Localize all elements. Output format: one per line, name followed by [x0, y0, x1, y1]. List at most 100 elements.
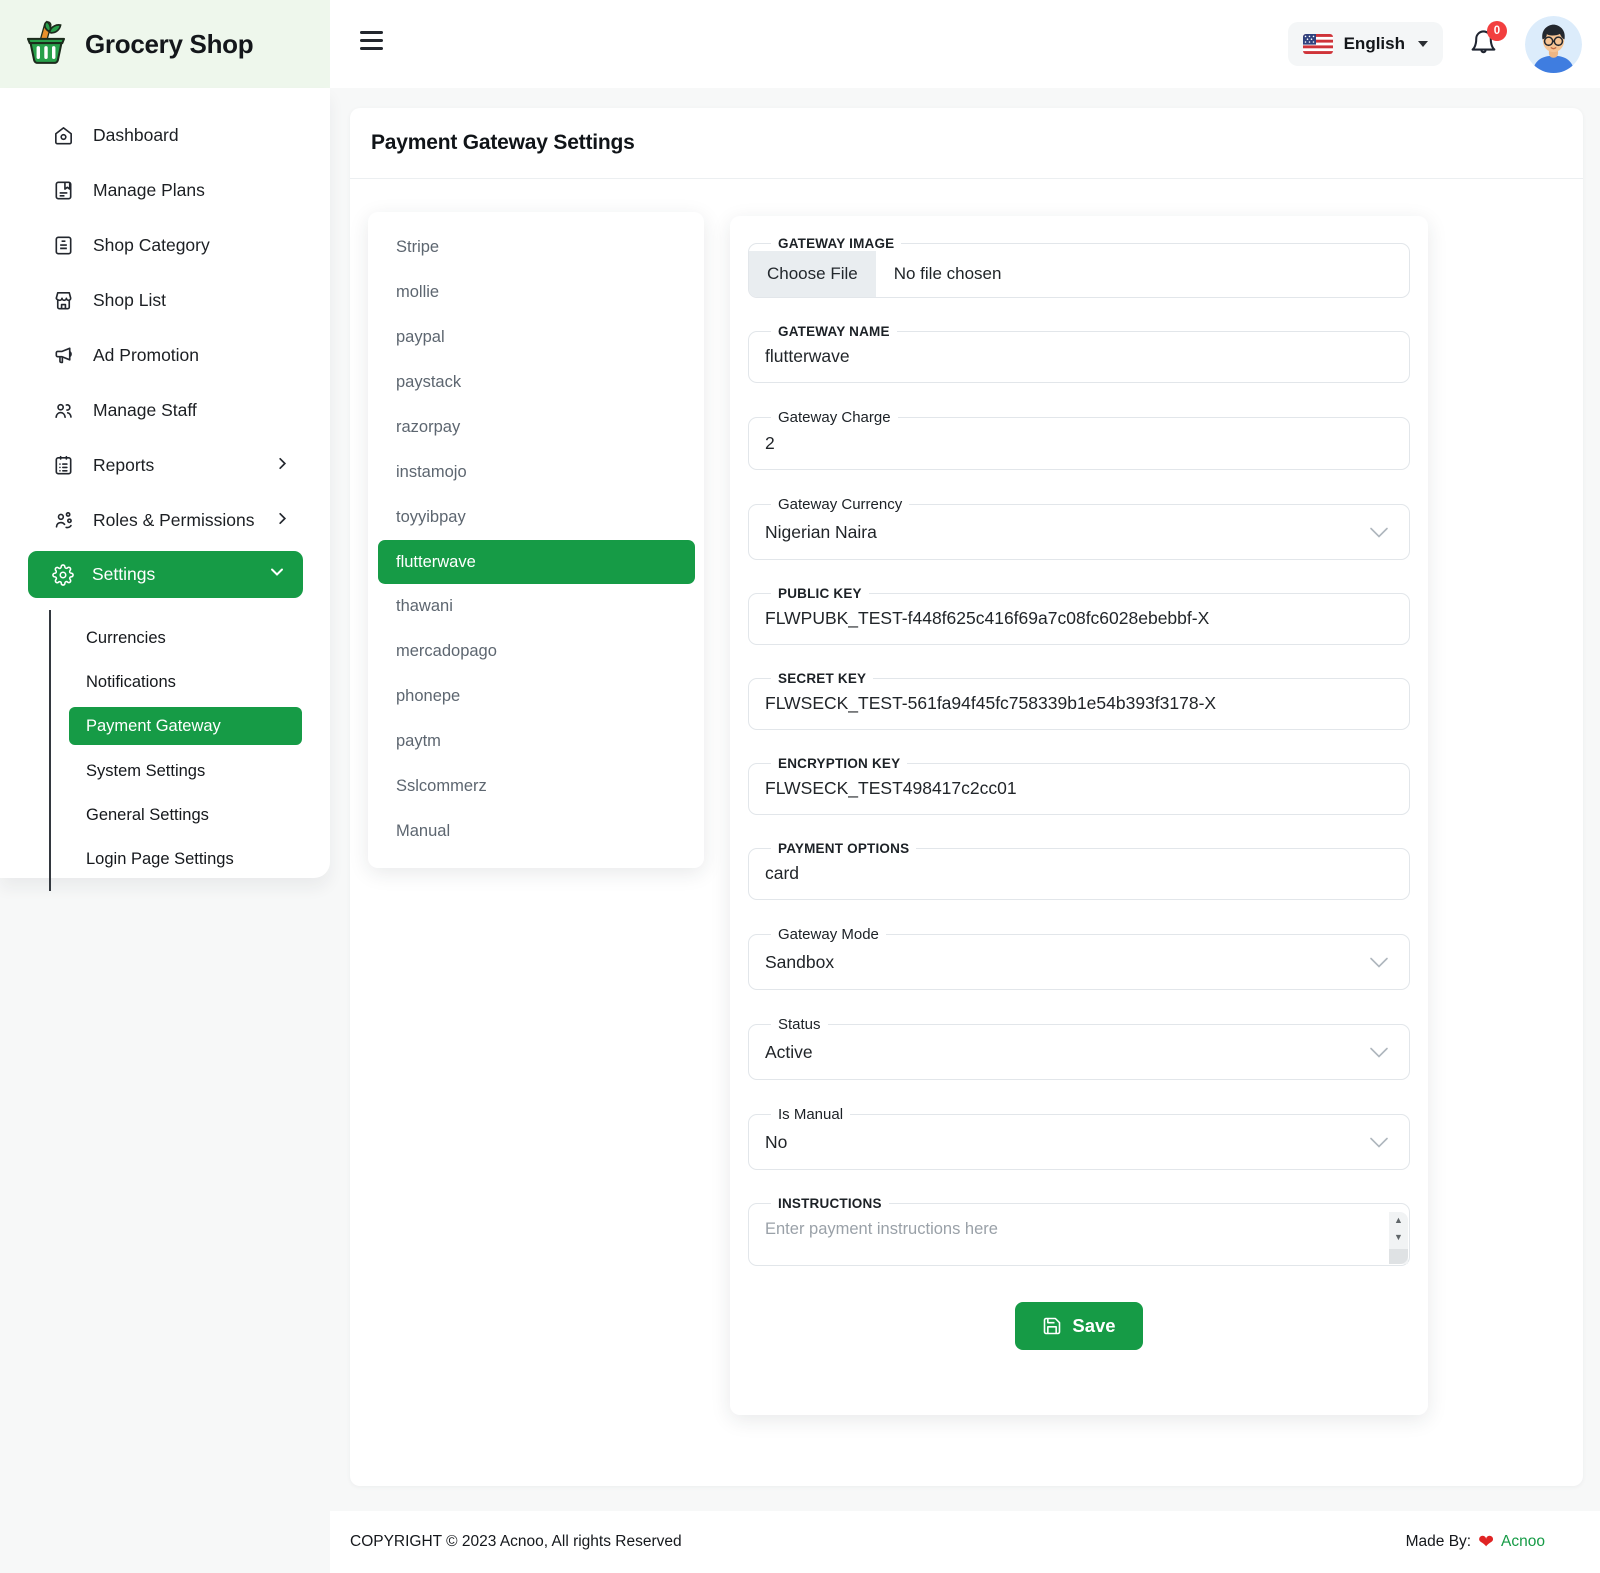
gateway-list: Stripe mollie paypal paystack razorpay i…: [368, 212, 704, 868]
app-root: Grocery Shop: [0, 0, 1600, 1573]
sidebar-item-dashboard[interactable]: Dashboard: [0, 108, 330, 163]
secret-key-input[interactable]: [765, 687, 1393, 718]
sidebar-item-reports[interactable]: Reports: [0, 438, 330, 493]
gateway-image-field: GATEWAY IMAGE Choose File No file chosen: [748, 236, 1410, 298]
gear-icon: [52, 564, 74, 586]
save-button[interactable]: Save: [1015, 1302, 1142, 1350]
submenu-item-general-settings[interactable]: General Settings: [51, 793, 330, 837]
sidebar-item-manage-staff[interactable]: Manage Staff: [0, 383, 330, 438]
gateway-image-file-input[interactable]: Choose File No file chosen: [749, 251, 1409, 297]
gateway-item-thawani[interactable]: thawani: [368, 584, 704, 629]
gateway-charge-field: Gateway Charge: [748, 409, 1410, 470]
gateway-item-flutterwave[interactable]: flutterwave: [378, 540, 695, 584]
gateway-item-toyyibpay[interactable]: toyyibpay: [368, 495, 704, 540]
copyright-text: COPYRIGHT © 2023 Acnoo, All rights Reser…: [350, 1533, 682, 1551]
gateway-item-paypal[interactable]: paypal: [368, 315, 704, 360]
choose-file-button[interactable]: Choose File: [749, 251, 876, 297]
sidebar-item-manage-plans[interactable]: Manage Plans: [0, 163, 330, 218]
heart-icon: ❤: [1478, 1533, 1494, 1552]
gateway-item-instamojo[interactable]: instamojo: [368, 450, 704, 495]
gateway-charge-label: Gateway Charge: [771, 409, 898, 426]
gateway-charge-input[interactable]: [765, 427, 1393, 458]
gateway-item-mollie[interactable]: mollie: [368, 270, 704, 315]
gateway-item-mercadopago[interactable]: mercadopago: [368, 629, 704, 674]
chevron-down-icon: [1367, 1130, 1391, 1154]
gateway-item-manual[interactable]: Manual: [368, 809, 704, 854]
encryption-key-field: ENCRYPTION KEY: [748, 756, 1410, 815]
gateway-name-field: GATEWAY NAME: [748, 324, 1410, 383]
notifications-button[interactable]: 0: [1469, 28, 1499, 60]
instructions-label: INSTRUCTIONS: [771, 1196, 889, 1211]
gateway-currency-select[interactable]: Nigerian Naira: [765, 514, 1393, 548]
gateway-currency-label: Gateway Currency: [771, 496, 909, 513]
instructions-textarea[interactable]: [749, 1211, 1409, 1265]
payment-options-label: PAYMENT OPTIONS: [771, 841, 916, 856]
status-field: Status Active: [748, 1016, 1410, 1080]
category-icon: [52, 234, 75, 257]
textarea-scrollbar[interactable]: ▲ ▼: [1389, 1212, 1408, 1264]
language-selector[interactable]: English: [1288, 22, 1443, 66]
dashboard-icon: [52, 124, 75, 147]
gateway-item-phonepe[interactable]: phonepe: [368, 674, 704, 719]
gateway-item-sslcommerz[interactable]: Sslcommerz: [368, 764, 704, 809]
sidebar: Dashboard Manage Plans Shop Category Sho…: [0, 88, 330, 878]
made-by: Made By: ❤ Acnoo: [1406, 1533, 1545, 1552]
chevron-down-icon: [269, 564, 285, 585]
sidebar-item-settings[interactable]: Settings: [28, 551, 303, 598]
page-title: Payment Gateway Settings: [371, 131, 635, 155]
page-title-row: Payment Gateway Settings: [350, 108, 1583, 179]
gateway-item-razorpay[interactable]: razorpay: [368, 405, 704, 450]
settings-submenu: Currencies Notifications Payment Gateway…: [49, 610, 330, 891]
language-label: English: [1344, 34, 1405, 54]
status-select[interactable]: Active: [765, 1034, 1393, 1068]
chevron-right-icon: [275, 455, 290, 476]
submenu-item-payment-gateway[interactable]: Payment Gateway: [69, 707, 302, 745]
is-manual-field: Is Manual No: [748, 1106, 1410, 1170]
submenu-item-login-page-settings[interactable]: Login Page Settings: [51, 837, 330, 881]
sidebar-item-roles-permissions[interactable]: Roles & Permissions: [0, 493, 330, 548]
caret-down-icon: [1418, 41, 1428, 47]
scroll-up-icon[interactable]: ▲: [1394, 1212, 1403, 1229]
us-flag-icon: [1303, 34, 1333, 54]
scroll-down-icon[interactable]: ▼: [1394, 1229, 1403, 1246]
public-key-label: PUBLIC KEY: [771, 586, 869, 601]
save-floppy-icon: [1042, 1316, 1062, 1336]
megaphone-icon: [52, 344, 75, 367]
sidebar-item-shop-category[interactable]: Shop Category: [0, 218, 330, 273]
gateway-form: GATEWAY IMAGE Choose File No file chosen…: [730, 216, 1428, 1415]
chevron-down-icon: [1367, 1040, 1391, 1064]
gateway-mode-select[interactable]: Sandbox: [765, 944, 1393, 978]
public-key-input[interactable]: [765, 602, 1393, 633]
payment-options-field: PAYMENT OPTIONS: [748, 841, 1410, 900]
submenu-item-currencies[interactable]: Currencies: [51, 616, 330, 660]
chevron-down-icon: [1367, 520, 1391, 544]
author-link[interactable]: Acnoo: [1501, 1533, 1545, 1551]
plans-icon: [52, 179, 75, 202]
gateway-item-stripe[interactable]: Stripe: [368, 225, 704, 270]
grocery-basket-logo-icon: [20, 20, 72, 68]
user-avatar[interactable]: [1525, 16, 1582, 73]
topbar: English 0: [330, 0, 1600, 88]
encryption-key-input[interactable]: [765, 772, 1393, 803]
sidebar-item-shop-list[interactable]: Shop List: [0, 273, 330, 328]
submenu-item-system-settings[interactable]: System Settings: [51, 749, 330, 793]
secret-key-field: SECRET KEY: [748, 671, 1410, 730]
submenu-item-notifications[interactable]: Notifications: [51, 660, 330, 704]
public-key-field: PUBLIC KEY: [748, 586, 1410, 645]
brand-name: Grocery Shop: [85, 29, 253, 60]
encryption-key-label: ENCRYPTION KEY: [771, 756, 907, 771]
is-manual-label: Is Manual: [771, 1106, 850, 1123]
main-content-panel: Payment Gateway Settings Stripe mollie p…: [350, 108, 1583, 1486]
payment-options-input[interactable]: [765, 857, 1393, 888]
chevron-right-icon: [275, 510, 290, 531]
notification-count-badge: 0: [1487, 21, 1507, 41]
gateway-item-paystack[interactable]: paystack: [368, 360, 704, 405]
gateway-mode-label: Gateway Mode: [771, 926, 886, 943]
resize-grip[interactable]: [1389, 1249, 1408, 1264]
is-manual-select[interactable]: No: [765, 1124, 1393, 1158]
sidebar-item-ad-promotion[interactable]: Ad Promotion: [0, 328, 330, 383]
gateway-item-paytm[interactable]: paytm: [368, 719, 704, 764]
hamburger-menu-icon[interactable]: [360, 31, 384, 57]
gateway-name-input[interactable]: [765, 340, 1393, 371]
storefront-icon: [52, 289, 75, 312]
